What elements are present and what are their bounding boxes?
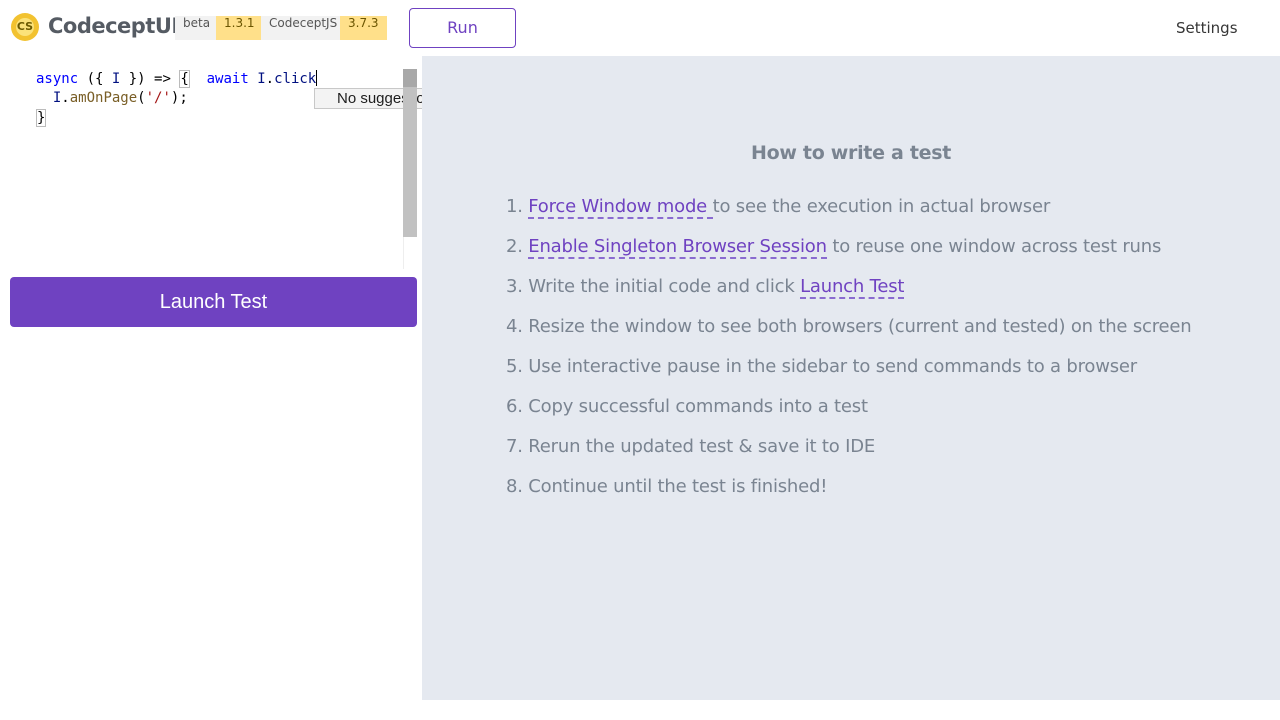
editor-scrollbar-indicator — [403, 69, 417, 87]
howto-step-6: 6. Copy successful commands into a test — [506, 396, 868, 417]
enable-singleton-session-link[interactable]: Enable Singleton Browser Session — [528, 236, 827, 259]
text-cursor — [316, 70, 318, 86]
codeceptjs-badge: CodeceptJS — [261, 16, 346, 40]
howto-step-4: 4. Resize the window to see both browser… — [506, 316, 1192, 337]
howto-step-8: 8. Continue until the test is finished! — [506, 476, 828, 497]
settings-link[interactable]: Settings — [1176, 19, 1238, 37]
code-editor[interactable]: async ({ I }) => { await I.click I.amOnP… — [22, 69, 422, 269]
howto-step-7: 7. Rerun the updated test & save it to I… — [506, 436, 876, 457]
howto-step-2: 2. Enable Singleton Browser Session to r… — [506, 236, 1162, 259]
howto-panel: How to write a test 1. Force Window mode… — [422, 56, 1280, 700]
ui-version-badge: 1.3.1 — [216, 16, 263, 40]
run-button[interactable]: Run — [409, 8, 516, 48]
howto-step-5: 5. Use interactive pause in the sidebar … — [506, 356, 1138, 377]
codeceptjs-version-badge: 3.7.3 — [340, 16, 387, 40]
howto-title: How to write a test — [751, 142, 951, 164]
brand-name[interactable]: CodeceptUI — [48, 14, 179, 38]
code-line-2: I.amOnPage('/'); — [52, 90, 188, 106]
howto-step-1: 1. Force Window mode to see the executio… — [506, 196, 1051, 219]
logo-glyph: CS — [16, 18, 34, 36]
codeceptjs-logo-icon[interactable]: CS — [11, 13, 39, 41]
matching-bracket: { — [179, 70, 190, 88]
launch-test-link[interactable]: Launch Test — [800, 276, 904, 299]
code-line-1: async ({ I }) => { await I.click — [36, 70, 318, 88]
howto-step-3: 3. Write the initial code and click Laun… — [506, 276, 905, 299]
matching-bracket-close: } — [36, 109, 47, 127]
editor-scrollbar-thumb[interactable] — [403, 69, 417, 237]
force-window-mode-link[interactable]: Force Window mode — [528, 196, 713, 219]
beta-badge: beta — [175, 16, 219, 40]
launch-test-button[interactable]: Launch Test — [10, 277, 417, 327]
code-line-3: } — [36, 109, 47, 127]
top-navbar: CS CodeceptUI beta 1.3.1 CodeceptJS 3.7.… — [0, 0, 1280, 56]
